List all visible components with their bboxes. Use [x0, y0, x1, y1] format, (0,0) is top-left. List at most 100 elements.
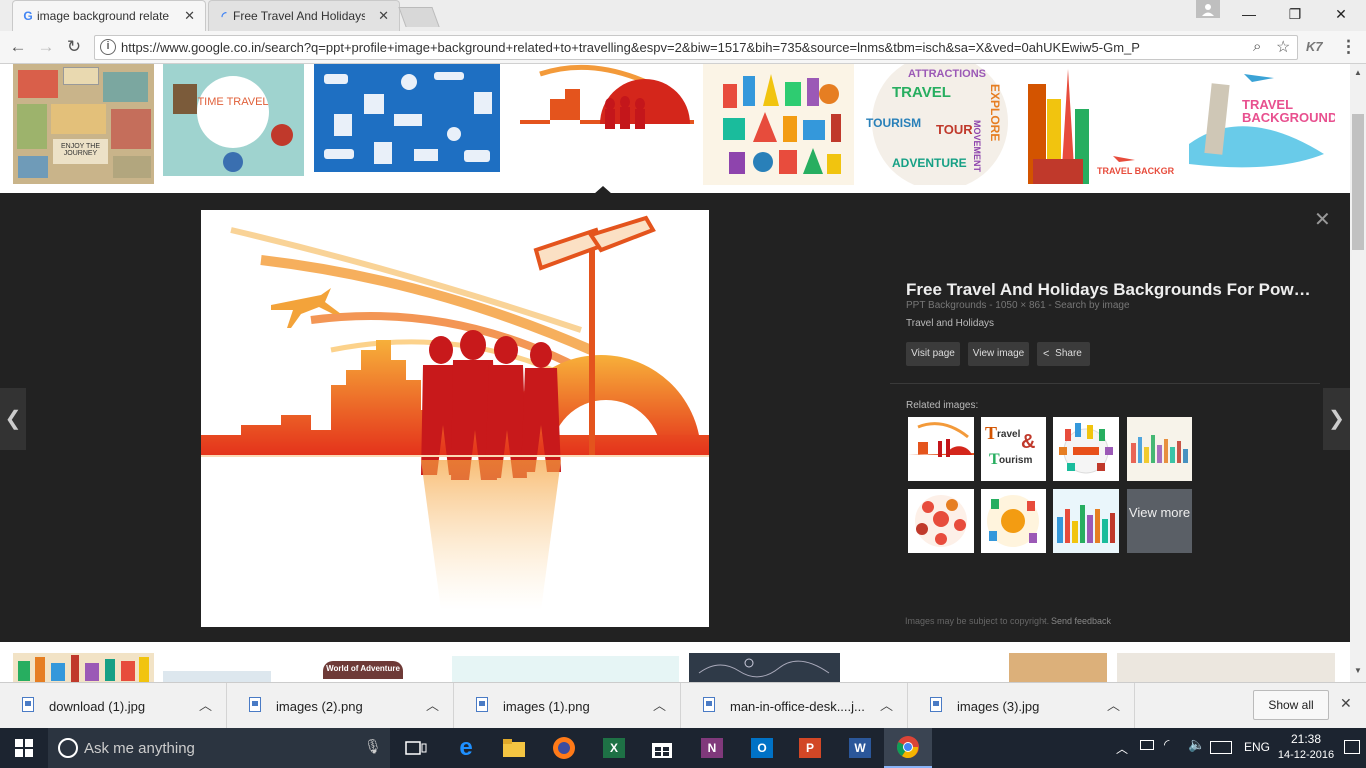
- chevron-up-icon[interactable]: ︿: [880, 695, 893, 714]
- reload-icon[interactable]: ↻: [64, 37, 84, 57]
- firefox-icon[interactable]: [540, 728, 588, 768]
- clock-date[interactable]: 14-12-2016: [1274, 749, 1338, 761]
- windows-start-icon[interactable]: [0, 728, 48, 768]
- chrome-icon[interactable]: [884, 728, 932, 768]
- search-icon[interactable]: ⌕: [1253, 38, 1261, 55]
- word-icon[interactable]: W: [836, 728, 884, 768]
- result-thumb-1[interactable]: ENJOY THE JOURNEY: [13, 64, 154, 184]
- task-view-icon[interactable]: [392, 728, 440, 768]
- forward-arrow-icon[interactable]: →: [36, 37, 56, 57]
- result-thumb-10[interactable]: [163, 671, 271, 682]
- menu-icon[interactable]: ⋮: [1340, 37, 1357, 57]
- result-thumb-8[interactable]: TRAVEL BACKGROUND: [1184, 64, 1335, 185]
- send-feedback-link[interactable]: Send feedback: [1051, 616, 1111, 626]
- related-image-4[interactable]: [1127, 417, 1192, 481]
- download-filename: images (2).png: [276, 699, 363, 714]
- close-preview-icon[interactable]: ✕: [1314, 210, 1334, 230]
- thumb-caption: ENJOY THE JOURNEY: [53, 139, 108, 164]
- result-thumb-9[interactable]: [13, 653, 154, 682]
- download-item[interactable]: images (1).png ︿: [454, 683, 681, 729]
- scrollbar-thumb[interactable]: [1352, 114, 1364, 250]
- show-hidden-icons-chevron[interactable]: ︿: [1116, 740, 1128, 757]
- restore-button[interactable]: ❐: [1272, 0, 1318, 28]
- chevron-up-icon[interactable]: ︿: [1107, 695, 1120, 714]
- preview-title[interactable]: Free Travel And Holidays Backgrounds For…: [906, 280, 1311, 300]
- action-center-icon[interactable]: [1344, 740, 1360, 754]
- related-image-5[interactable]: [908, 489, 974, 553]
- related-image-1[interactable]: [908, 417, 974, 481]
- result-thumb-11[interactable]: World of Adventure: [323, 659, 403, 682]
- new-tab-button[interactable]: [398, 7, 440, 27]
- cortana-circle-icon: [58, 738, 78, 758]
- word-cloud-word: TOUR: [936, 122, 973, 137]
- clock-time[interactable]: 21:38: [1282, 732, 1330, 746]
- visit-page-button[interactable]: Visit page: [906, 342, 960, 366]
- file-icon: [22, 697, 34, 712]
- result-thumb-12[interactable]: [452, 656, 679, 682]
- scroll-down-icon[interactable]: ▼: [1354, 666, 1362, 675]
- result-thumb-2[interactable]: TIME TRAVEL: [163, 64, 304, 176]
- address-bar[interactable]: i https://www.google.co.in/search?q=ppt+…: [94, 35, 1298, 60]
- scroll-up-icon[interactable]: ▲: [1354, 68, 1362, 77]
- tab-close-icon[interactable]: ✕: [184, 8, 195, 24]
- powerpoint-icon[interactable]: P: [786, 728, 834, 768]
- tab-close-icon[interactable]: ✕: [378, 8, 389, 24]
- previous-image-button[interactable]: ❮: [0, 388, 26, 450]
- result-thumb-13[interactable]: [689, 653, 840, 682]
- file-explorer-icon[interactable]: [490, 728, 538, 768]
- download-item[interactable]: images (2).png ︿: [227, 683, 454, 729]
- result-thumb-14[interactable]: [1009, 653, 1107, 682]
- tab-travel-holidays[interactable]: ◜ Free Travel And Holidays ✕: [208, 0, 400, 31]
- result-thumb-15[interactable]: [1117, 653, 1335, 682]
- keyboard-icon[interactable]: [1210, 741, 1232, 754]
- input-language[interactable]: ENG: [1244, 740, 1270, 754]
- download-item[interactable]: images (3).jpg ︿: [908, 683, 1135, 729]
- result-thumb-4-selected[interactable]: [510, 64, 694, 164]
- profile-icon[interactable]: [1196, 0, 1220, 18]
- minimize-button[interactable]: —: [1226, 0, 1272, 28]
- bookmark-star-icon[interactable]: ☆: [1276, 37, 1290, 57]
- thumb-caption: TRAVEL BACKGROUND: [1242, 97, 1335, 125]
- related-image-2[interactable]: T ravel & T ourism: [981, 417, 1046, 481]
- info-icon[interactable]: i: [100, 39, 116, 55]
- edge-browser-icon[interactable]: e: [442, 728, 490, 768]
- result-thumb-5[interactable]: [703, 64, 854, 185]
- close-window-button[interactable]: ✕: [1318, 0, 1364, 28]
- back-arrow-icon[interactable]: ←: [8, 37, 28, 57]
- related-image-6[interactable]: [981, 489, 1046, 553]
- file-icon: [703, 697, 715, 712]
- next-image-button[interactable]: ❯: [1323, 388, 1350, 450]
- close-downloads-bar-icon[interactable]: ✕: [1340, 695, 1352, 712]
- store-icon[interactable]: [638, 728, 686, 768]
- share-button[interactable]: < Share: [1037, 342, 1090, 366]
- k7-extension-icon[interactable]: K7: [1306, 39, 1323, 54]
- related-image-7[interactable]: [1053, 489, 1119, 553]
- view-more-related-button[interactable]: View more: [1127, 489, 1192, 553]
- wifi-icon[interactable]: ◜: [1164, 736, 1169, 753]
- downloads-bar: download (1).jpg ︿ images (2).png ︿ images…: [0, 682, 1366, 729]
- outlook-icon[interactable]: O: [738, 728, 786, 768]
- cortana-search-box[interactable]: Ask me anything 🎙: [48, 728, 390, 768]
- file-icon: [930, 697, 942, 712]
- chevron-up-icon[interactable]: ︿: [199, 695, 212, 714]
- chevron-up-icon[interactable]: ︿: [426, 695, 439, 714]
- result-thumb-7[interactable]: TRAVEL BACKGROUND: [1023, 64, 1174, 185]
- related-image-3[interactable]: [1053, 417, 1119, 481]
- download-item[interactable]: man-in-office-desk....j... ︿: [681, 683, 908, 729]
- result-thumb-3[interactable]: [314, 64, 500, 172]
- loading-icon: ◜: [221, 9, 227, 23]
- excel-icon[interactable]: X: [590, 728, 638, 768]
- page-scrollbar[interactable]: ▲ ▼: [1350, 64, 1366, 682]
- show-all-downloads-button[interactable]: Show all: [1253, 690, 1329, 720]
- volume-icon[interactable]: 🔈: [1188, 736, 1205, 753]
- view-image-button[interactable]: View image: [968, 342, 1029, 366]
- preview-main-image[interactable]: [201, 210, 709, 627]
- tab-image-search[interactable]: G image background relate ✕: [12, 0, 206, 31]
- microphone-icon[interactable]: 🎙: [364, 738, 382, 755]
- download-item[interactable]: download (1).jpg ︿: [0, 683, 227, 729]
- onenote-icon[interactable]: N: [688, 728, 736, 768]
- battery-icon[interactable]: [1140, 740, 1154, 750]
- chevron-up-icon[interactable]: ︿: [653, 695, 666, 714]
- download-filename: images (3).jpg: [957, 699, 1040, 714]
- result-thumb-6[interactable]: ATTRACTIONS TRAVEL TOURISM EXPLORE TOUR …: [864, 64, 1015, 185]
